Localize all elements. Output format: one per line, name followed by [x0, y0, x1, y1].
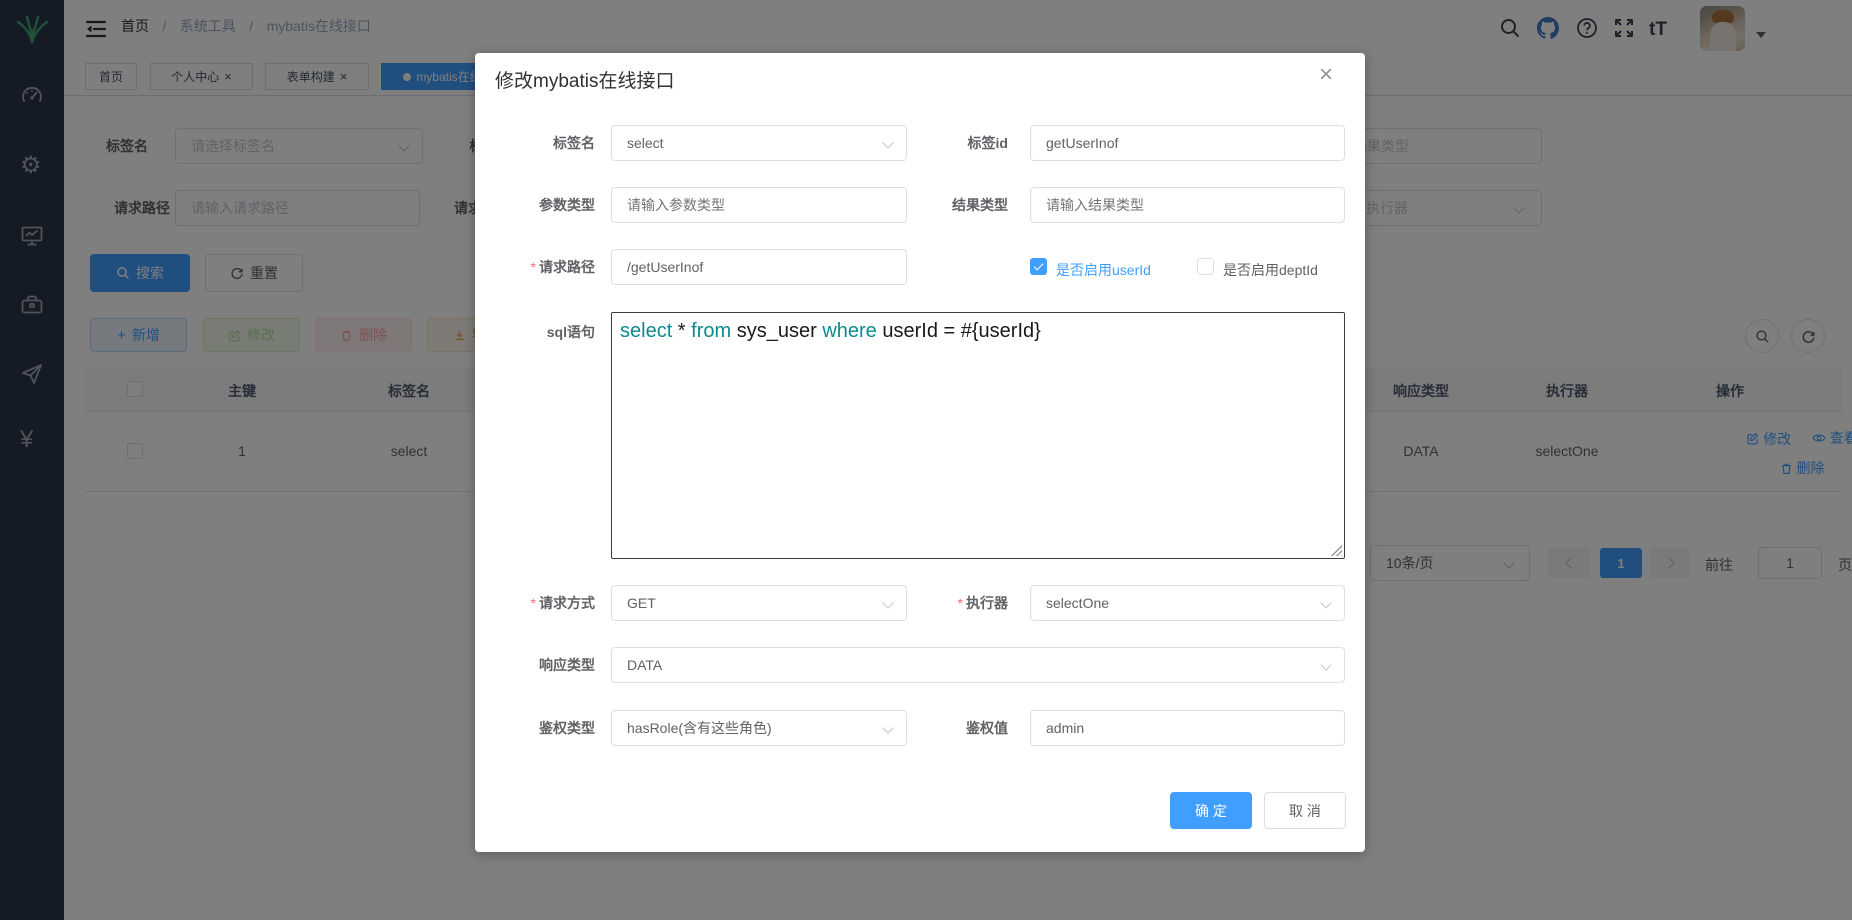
field-auth-value-label: 鉴权值 — [868, 710, 1008, 746]
required-mark: * — [531, 259, 536, 275]
method-select[interactable]: GET — [611, 585, 907, 621]
tag-id-input[interactable] — [1030, 125, 1345, 161]
result-type-input[interactable] — [1030, 187, 1345, 223]
resize-grip-icon[interactable] — [1330, 544, 1342, 556]
button-label: 取 消 — [1289, 801, 1321, 821]
sql-keyword: select — [620, 320, 672, 342]
sql-text: userId = #{userId} — [877, 320, 1041, 342]
userid-checkbox[interactable] — [1030, 258, 1047, 275]
required-mark: * — [958, 595, 963, 611]
field-executor-label: *执行器 — [868, 585, 1008, 621]
deptid-checkbox-label[interactable]: 是否启用deptId — [1223, 260, 1318, 280]
dialog-title: 修改mybatis在线接口 — [495, 66, 674, 93]
executor-select[interactable]: selectOne — [1030, 585, 1345, 621]
field-response-label: 响应类型 — [495, 647, 595, 683]
auth-type-select[interactable]: hasRole(含有这些角色) — [611, 710, 907, 746]
sql-text: sys_user — [731, 320, 822, 342]
path-input[interactable] — [611, 249, 907, 285]
response-type-select[interactable]: DATA — [611, 647, 1345, 683]
field-tag-id-label: 标签id — [868, 125, 1008, 161]
select-value: GET — [627, 595, 656, 611]
confirm-button[interactable]: 确 定 — [1170, 792, 1252, 829]
field-method-label: *请求方式 — [495, 585, 595, 621]
edit-dialog: 修改mybatis在线接口 × 标签名 select 标签id 参数类型 结果类… — [475, 53, 1365, 852]
close-icon[interactable]: × — [1319, 61, 1333, 89]
param-type-input[interactable] — [611, 187, 907, 223]
cancel-button[interactable]: 取 消 — [1264, 792, 1346, 829]
deptid-checkbox[interactable] — [1197, 258, 1214, 275]
field-result-type-label: 结果类型 — [868, 187, 1008, 223]
auth-value-input[interactable] — [1030, 710, 1345, 746]
select-value: DATA — [627, 657, 662, 673]
field-tag-name-label: 标签名 — [495, 125, 595, 161]
required-mark: * — [531, 595, 536, 611]
chevron-down-icon — [1320, 597, 1331, 608]
tag-name-select[interactable]: select — [611, 125, 907, 161]
sql-editor[interactable]: select * from sys_user where userId = #{… — [611, 312, 1345, 559]
button-label: 确 定 — [1195, 801, 1227, 821]
field-sql-label: sql语句 — [495, 314, 595, 350]
sql-keyword: from — [691, 320, 731, 342]
sql-text: * — [672, 320, 691, 342]
select-value: selectOne — [1046, 595, 1109, 611]
select-value: select — [627, 135, 664, 151]
select-value: hasRole(含有这些角色) — [627, 720, 772, 736]
userid-checkbox-label[interactable]: 是否启用userId — [1056, 260, 1151, 280]
field-path-label: *请求路径 — [495, 249, 595, 285]
sql-keyword: where — [822, 320, 876, 342]
field-param-type-label: 参数类型 — [495, 187, 595, 223]
field-auth-type-label: 鉴权类型 — [495, 710, 595, 746]
chevron-down-icon — [1320, 659, 1331, 670]
screen: ⚙ — [0, 0, 1852, 920]
